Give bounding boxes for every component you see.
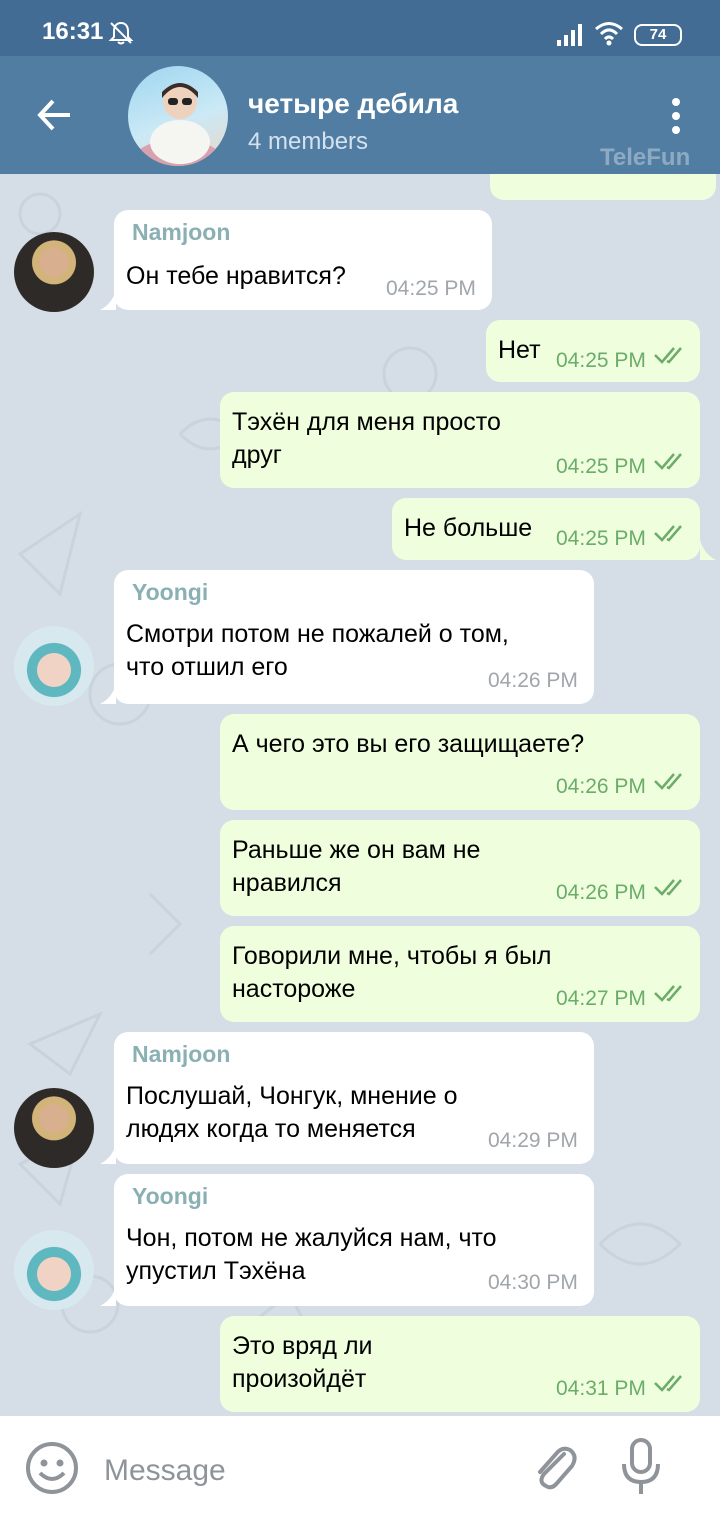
attach-icon[interactable] <box>526 1440 582 1496</box>
message-text: Он тебе нравится? <box>126 262 346 290</box>
battery-icon: 74 <box>634 24 682 46</box>
watermark: TeleFun <box>600 144 691 171</box>
message-time: 04:26 PM <box>488 669 578 692</box>
message-input[interactable]: Message <box>104 1454 226 1488</box>
message-time: 04:29 PM <box>488 1129 578 1152</box>
message-text: Говорили мне, чтобы я был настороже <box>232 942 552 1003</box>
back-arrow-icon[interactable] <box>36 96 74 134</box>
message-time: 04:25 PM <box>556 527 646 550</box>
battery-level: 74 <box>649 26 667 43</box>
sender-name[interactable]: Yoongi <box>132 1180 208 1213</box>
read-checks-icon <box>654 985 682 1002</box>
message-bubble[interactable]: Namjoon Он тебе нравится? 04:25 PM <box>114 210 492 310</box>
message-bubble[interactable]: Yoongi Смотри потом не пожалей о том, чт… <box>114 570 594 704</box>
sender-name[interactable]: Namjoon <box>132 216 230 249</box>
chat-area[interactable]: Namjoon Он тебе нравится? 04:25 PM Нет 0… <box>0 174 720 1416</box>
read-checks-icon <box>654 773 682 790</box>
group-avatar-image <box>138 83 218 166</box>
message-time: 04:26 PM <box>556 775 646 798</box>
message-text: А чего это вы его защищаете? <box>232 730 585 758</box>
more-vertical-icon[interactable] <box>664 96 688 136</box>
avatar-yoongi[interactable] <box>14 626 94 706</box>
message-bubble[interactable]: Раньше же он вам не нравился 04:26 PM <box>220 820 700 916</box>
microphone-icon[interactable] <box>616 1438 666 1498</box>
emoji-icon[interactable] <box>24 1440 80 1496</box>
message-bubble-partial[interactable] <box>490 174 716 200</box>
message-text: Раньше же он вам не нравился <box>232 836 481 897</box>
read-checks-icon <box>654 347 682 364</box>
read-checks-icon <box>654 1375 682 1392</box>
read-checks-icon <box>654 453 682 470</box>
avatar-namjoon[interactable] <box>14 232 94 312</box>
message-text: Это вряд ли произойдёт <box>232 1332 373 1393</box>
message-text: Смотри потом не пожалей о том, что отшил… <box>126 620 509 681</box>
chat-title[interactable]: четыре дебила <box>248 88 458 120</box>
message-bubble[interactable]: Это вряд ли произойдёт 04:31 PM <box>220 1316 700 1412</box>
message-bubble[interactable]: Говорили мне, чтобы я был настороже 04:2… <box>220 926 700 1022</box>
message-text: Нет <box>498 336 541 364</box>
message-time: 04:26 PM <box>556 881 646 904</box>
sender-name[interactable]: Yoongi <box>132 576 208 609</box>
read-checks-icon <box>654 879 682 896</box>
status-bar: 16:31 74 <box>0 0 720 56</box>
read-checks-icon <box>654 525 682 542</box>
message-text: Не больше <box>404 514 533 542</box>
signal-icon <box>557 24 582 46</box>
bubble-tail <box>700 540 716 560</box>
group-avatar[interactable] <box>128 66 228 166</box>
avatar-yoongi[interactable] <box>14 1230 94 1310</box>
message-bubble[interactable]: А чего это вы его защищаете? 04:26 PM <box>220 714 700 810</box>
message-time: 04:30 PM <box>488 1271 578 1294</box>
message-bubble[interactable]: Namjoon Послушай, Чонгук, мнение о людях… <box>114 1032 594 1164</box>
message-time: 04:25 PM <box>556 455 646 478</box>
message-bubble[interactable]: Тэхён для меня просто друг 04:25 PM <box>220 392 700 488</box>
avatar-namjoon[interactable] <box>14 1088 94 1168</box>
members-count: 4 members <box>248 128 369 155</box>
message-time: 04:31 PM <box>556 1377 646 1400</box>
bell-off-icon <box>108 21 134 45</box>
message-bubble[interactable]: Не больше 04:25 PM <box>392 498 700 560</box>
message-time: 04:25 PM <box>386 277 476 300</box>
message-text: Тэхён для меня просто друг <box>232 408 501 469</box>
message-time: 04:27 PM <box>556 987 646 1010</box>
message-text: Послушай, Чонгук, мнение о людях когда т… <box>126 1082 458 1143</box>
message-time: 04:25 PM <box>556 349 646 372</box>
message-input-bar: Message <box>0 1416 720 1520</box>
message-text: Чон, потом не жалуйся нам, что упустил Т… <box>126 1224 497 1285</box>
message-bubble[interactable]: Нет 04:25 PM <box>486 320 700 382</box>
message-bubble[interactable]: Yoongi Чон, потом не жалуйся нам, что уп… <box>114 1174 594 1306</box>
sender-name[interactable]: Namjoon <box>132 1038 230 1071</box>
wifi-icon <box>595 22 623 46</box>
status-time: 16:31 <box>42 18 104 45</box>
